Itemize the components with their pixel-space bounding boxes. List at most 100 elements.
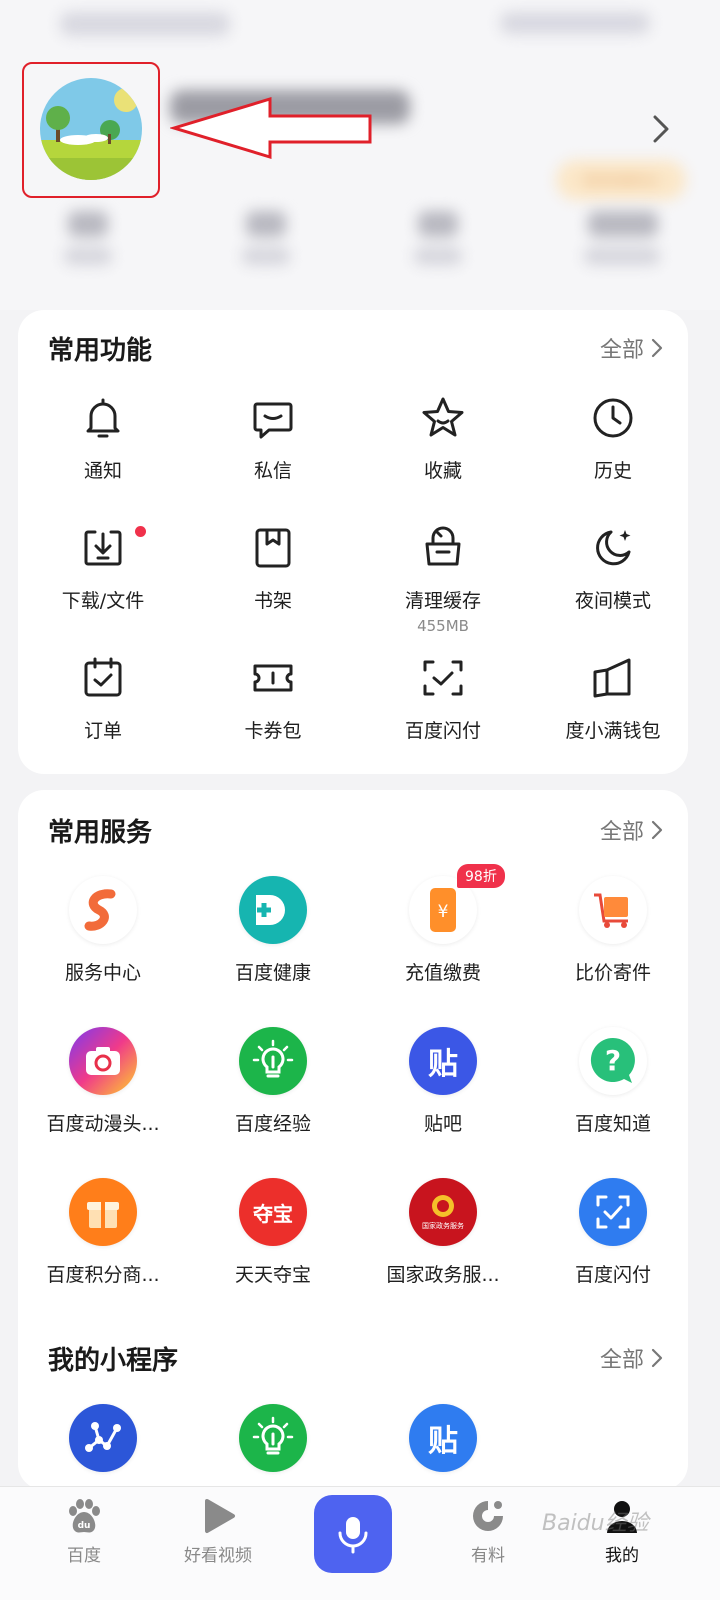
view-all-label: 全部 [599,1348,644,1373]
service-baidu-pay[interactable]: 百度闪付 [528,1178,698,1329]
function-baidu-pay[interactable]: 百度闪付 [358,654,528,784]
function-label: 书架 [253,590,292,612]
mini-program-item[interactable] [18,1404,188,1484]
health-icon [239,876,307,944]
download-icon [84,530,122,566]
service-service-center[interactable]: 服务中心 [18,876,188,1027]
bottom-tab-bar: du 百度 好看视频 有料 我的 [0,1486,720,1600]
profile-stat[interactable] [236,205,296,275]
gift-icon [69,1178,137,1246]
common-services-card: 常用服务 全部 服务中心 百度健康 ¥ 98折 充值缴费 比价寄件 百度动漫头.… [18,790,688,1490]
lightbulb-icon [239,1027,307,1095]
baidu-paw-icon: du [69,1499,100,1533]
bookmark-icon [255,528,291,568]
government-icon: 国家政务服务 [409,1178,477,1246]
question-icon: ? [579,1027,647,1095]
play-icon [205,1499,235,1533]
function-clear-cache[interactable]: 清理缓存 455MB [358,524,528,654]
watermark: Baidu经验 [542,1511,649,1536]
function-label: 夜间模式 [574,590,651,612]
annotation-arrow-icon [170,96,372,160]
function-notification[interactable]: 通知 [18,394,188,524]
tab-label: 百度 [67,1546,101,1566]
svg-text:¥: ¥ [438,902,449,922]
tab-label: 有料 [471,1546,505,1566]
service-price-compare[interactable]: 比价寄件 [528,876,698,1027]
service-label: 百度积分商... [46,1264,160,1286]
service-baidu-health[interactable]: 百度健康 [188,876,358,1027]
view-all-link[interactable]: 全部 [600,1342,664,1374]
function-night-mode[interactable]: 夜间模式 [528,524,698,654]
discount-badge: 98折 [457,864,505,888]
function-favorites[interactable]: 收藏 [358,394,528,524]
calendar-check-icon [84,657,122,697]
function-label: 度小满钱包 [565,720,661,742]
function-wallet[interactable]: 度小满钱包 [528,654,698,784]
view-all-link[interactable]: 全部 [600,332,664,364]
profile-stat[interactable] [58,205,118,275]
lightbulb-icon [239,1404,307,1472]
service-label: 天天夺宝 [234,1264,311,1286]
tab-haokan-video[interactable]: 好看视频 [158,1497,278,1566]
tab-label: 好看视频 [184,1546,252,1566]
tab-baidu[interactable]: du 百度 [24,1497,144,1566]
service-government[interactable]: 国家政务服务 国家政务服... [358,1178,528,1329]
avatar-highlight-frame [22,62,160,198]
function-downloads[interactable]: 下载/文件 [18,524,188,654]
mini-program-item[interactable] [188,1404,358,1484]
tieba-icon: 贴 [409,1027,477,1095]
service-label: 百度健康 [234,962,311,984]
service-baidu-experience[interactable]: 百度经验 [188,1027,358,1178]
service-baidu-zhidao[interactable]: ? 百度知道 [528,1027,698,1178]
service-label: 贴吧 [423,1113,462,1135]
service-points-mall[interactable]: 百度积分商... [18,1178,188,1329]
scan-pay-icon [579,1178,647,1246]
common-functions-card: 常用功能 全部 通知 私信 收藏 历史 下载/文件 书架 清理缓存 455MB … [18,310,688,774]
function-label: 通知 [83,460,122,482]
profile-chevron-icon[interactable] [648,112,674,146]
service-label: 百度动漫头... [46,1113,160,1135]
function-label: 清理缓存 [404,590,481,612]
checkin-points-label: 签到领积分 [583,171,659,190]
profile-stat[interactable] [578,205,668,275]
service-label: 百度经验 [234,1113,311,1135]
function-label: 百度闪付 [404,720,481,742]
service-label: 百度闪付 [574,1264,651,1286]
function-coupons[interactable]: 卡券包 [188,654,358,784]
network-icon [69,1404,137,1472]
section-title: 我的小程序 [48,1346,179,1376]
tab-youliao[interactable]: 有料 [428,1497,548,1566]
youliao-icon [473,1501,503,1531]
checkin-points-pill[interactable]: 签到领积分 [556,160,686,200]
chevron-right-icon [651,820,663,840]
profile-stat[interactable] [408,205,468,275]
mini-program-item[interactable]: 贴 [358,1404,528,1484]
chevron-right-icon [651,338,663,358]
scan-check-icon [423,660,463,696]
wallet-icon [593,658,631,698]
star-icon [422,397,464,437]
service-label: 服务中心 [64,962,141,984]
mic-icon [338,1517,368,1554]
view-all-label: 全部 [599,338,644,363]
service-tieba[interactable]: 贴 贴吧 [358,1027,528,1178]
function-bookshelf[interactable]: 书架 [188,524,358,654]
voice-search-button[interactable] [314,1495,392,1573]
view-all-label: 全部 [599,820,644,845]
function-history[interactable]: 历史 [528,394,698,524]
service-recharge[interactable]: ¥ 98折 充值缴费 [358,864,528,1027]
service-daily-treasure[interactable]: 夺宝 天天夺宝 [188,1178,358,1329]
service-anime-avatar[interactable]: 百度动漫头... [18,1027,188,1178]
bell-icon [86,398,120,438]
svg-text:du: du [78,1521,91,1531]
function-label: 历史 [593,460,632,482]
section-title: 常用功能 [48,336,153,366]
tieba-glyph: 贴 [428,1047,458,1082]
service-label: 比价寄件 [574,962,651,984]
function-orders[interactable]: 订单 [18,654,188,784]
ticket-icon [253,664,293,692]
function-messages[interactable]: 私信 [188,394,358,524]
service-center-icon [69,876,137,944]
view-all-link[interactable]: 全部 [600,814,664,846]
government-glyph: 国家政务服务 [422,1222,464,1230]
